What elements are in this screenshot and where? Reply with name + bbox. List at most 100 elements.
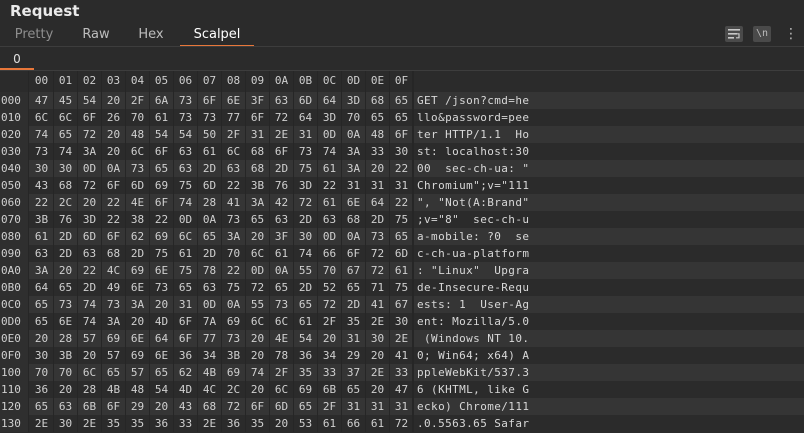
hex-byte[interactable]: 20 bbox=[54, 381, 78, 398]
hex-row[interactable]: 0C0 65 73 74 73 3A 20 31 0D 0A 55 73 65 72 2D 41 67 ests:… bbox=[0, 296, 804, 313]
hex-byte[interactable]: 72 bbox=[78, 177, 102, 194]
hex-byte[interactable]: 64 bbox=[150, 330, 174, 347]
hex-byte[interactable]: 28 bbox=[78, 381, 102, 398]
hex-byte[interactable]: 63 bbox=[222, 160, 246, 177]
hex-byte[interactable]: 2D bbox=[198, 245, 222, 262]
hex-byte[interactable]: 33 bbox=[174, 415, 198, 432]
hex-byte[interactable]: 3A bbox=[246, 194, 270, 211]
hex-byte[interactable]: 61 bbox=[150, 109, 174, 126]
hex-byte[interactable]: 3F bbox=[246, 92, 270, 109]
hex-byte[interactable]: 6D bbox=[390, 245, 414, 262]
hex-byte[interactable]: 57 bbox=[78, 330, 102, 347]
hex-byte[interactable]: 20 bbox=[102, 143, 126, 160]
more-options-button[interactable]: ⋮ bbox=[784, 24, 798, 44]
hex-byte[interactable]: 47 bbox=[390, 381, 414, 398]
hex-byte[interactable]: 61 bbox=[318, 160, 342, 177]
hex-byte[interactable]: 74 bbox=[174, 194, 198, 211]
hex-byte[interactable]: 29 bbox=[126, 398, 150, 415]
hex-byte[interactable]: 2D bbox=[294, 279, 318, 296]
hex-byte[interactable]: 68 bbox=[246, 143, 270, 160]
hex-byte[interactable]: 6F bbox=[102, 228, 126, 245]
hex-byte[interactable]: 72 bbox=[222, 398, 246, 415]
hex-byte[interactable]: 2C bbox=[54, 194, 78, 211]
hex-byte[interactable]: 22 bbox=[318, 177, 342, 194]
hex-byte[interactable]: 3A bbox=[78, 143, 102, 160]
hex-byte[interactable]: 68 bbox=[54, 177, 78, 194]
hex-byte[interactable]: 2F bbox=[126, 92, 150, 109]
hex-byte[interactable]: 77 bbox=[198, 330, 222, 347]
hex-byte[interactable]: 72 bbox=[270, 109, 294, 126]
hex-byte[interactable]: 6D bbox=[270, 398, 294, 415]
hex-byte[interactable]: 6E bbox=[126, 330, 150, 347]
hex-byte[interactable]: 70 bbox=[222, 245, 246, 262]
ascii-text[interactable]: ests: 1 User-Ag bbox=[413, 296, 529, 313]
hex-byte[interactable]: 4D bbox=[174, 381, 198, 398]
hex-byte[interactable]: 3A bbox=[342, 143, 366, 160]
hex-byte[interactable]: 74 bbox=[294, 245, 318, 262]
hex-byte[interactable]: 42 bbox=[270, 194, 294, 211]
hex-byte[interactable]: 35 bbox=[246, 415, 270, 432]
hex-byte[interactable]: 35 bbox=[102, 415, 126, 432]
hex-byte[interactable]: 2C bbox=[222, 381, 246, 398]
hex-byte[interactable]: 73 bbox=[150, 279, 174, 296]
hex-byte[interactable]: 20 bbox=[366, 347, 390, 364]
hex-byte[interactable]: 30 bbox=[54, 415, 78, 432]
ascii-text[interactable]: ecko) Chrome/111 bbox=[413, 398, 529, 415]
hex-byte[interactable]: 78 bbox=[270, 347, 294, 364]
hex-byte[interactable]: 72 bbox=[366, 262, 390, 279]
hex-row[interactable]: 080 61 2D 6D 6F 62 69 6C 65 3A 20 3F 30 0D 0A 73 65 a-mob… bbox=[0, 228, 804, 245]
hex-byte[interactable]: 6E bbox=[54, 313, 78, 330]
hex-byte[interactable]: 0D bbox=[318, 126, 342, 143]
hex-byte[interactable]: 6D bbox=[198, 177, 222, 194]
hex-byte[interactable]: 34 bbox=[198, 347, 222, 364]
hex-byte[interactable]: 43 bbox=[30, 177, 54, 194]
hex-byte[interactable]: 52 bbox=[318, 279, 342, 296]
hex-byte[interactable]: 74 bbox=[246, 364, 270, 381]
hex-byte[interactable]: 0D bbox=[198, 296, 222, 313]
hex-byte[interactable]: 48 bbox=[126, 381, 150, 398]
hex-byte[interactable]: 65 bbox=[390, 92, 414, 109]
hex-byte[interactable]: 6F bbox=[270, 143, 294, 160]
ascii-text[interactable]: : "Linux" Upgra bbox=[413, 262, 529, 279]
hex-byte[interactable]: 6F bbox=[78, 109, 102, 126]
hex-byte[interactable]: 61 bbox=[198, 143, 222, 160]
ascii-text[interactable]: a-mobile: ?0 se bbox=[413, 228, 529, 245]
hex-byte[interactable]: 73 bbox=[102, 296, 126, 313]
hex-byte[interactable]: 41 bbox=[366, 296, 390, 313]
hex-byte[interactable]: 47 bbox=[30, 92, 54, 109]
hex-byte[interactable]: 64 bbox=[318, 92, 342, 109]
hex-byte[interactable]: 2E bbox=[30, 415, 54, 432]
hex-byte[interactable]: 63 bbox=[78, 245, 102, 262]
hex-row[interactable]: 0D0 65 6E 74 3A 20 4D 6F 7A 69 6C 6C 61 2F 35 2E 30 ent: … bbox=[0, 313, 804, 330]
hex-byte[interactable]: 7A bbox=[198, 313, 222, 330]
hex-byte[interactable]: 22 bbox=[390, 194, 414, 211]
hex-byte[interactable]: 30 bbox=[390, 313, 414, 330]
hex-byte[interactable]: 70 bbox=[30, 364, 54, 381]
hex-byte[interactable]: 54 bbox=[294, 330, 318, 347]
hex-byte[interactable]: 6F bbox=[174, 330, 198, 347]
hex-byte[interactable]: 0A bbox=[270, 262, 294, 279]
hex-byte[interactable]: 31 bbox=[342, 398, 366, 415]
hex-byte[interactable]: 70 bbox=[126, 109, 150, 126]
hex-byte[interactable]: 3A bbox=[342, 160, 366, 177]
hex-byte[interactable]: 20 bbox=[126, 313, 150, 330]
hex-byte[interactable]: 65 bbox=[54, 279, 78, 296]
hex-byte[interactable]: 61 bbox=[318, 194, 342, 211]
hex-byte[interactable]: 65 bbox=[150, 160, 174, 177]
hex-byte[interactable]: 54 bbox=[150, 126, 174, 143]
hex-byte[interactable]: 26 bbox=[102, 109, 126, 126]
ascii-text[interactable]: ppleWebKit/537.3 bbox=[413, 364, 529, 381]
hex-byte[interactable]: 38 bbox=[126, 211, 150, 228]
hex-byte[interactable]: 73 bbox=[126, 160, 150, 177]
hex-byte[interactable]: 2E bbox=[366, 313, 390, 330]
hex-byte[interactable]: 6E bbox=[342, 194, 366, 211]
hex-row[interactable]: 070 3B 76 3D 22 38 22 0D 0A 73 65 63 2D 63 68 2D 75 ;v="8… bbox=[0, 211, 804, 228]
hex-byte[interactable]: 54 bbox=[174, 126, 198, 143]
hex-byte[interactable]: 78 bbox=[198, 262, 222, 279]
hex-byte[interactable]: 73 bbox=[366, 228, 390, 245]
hex-byte[interactable]: 20 bbox=[54, 262, 78, 279]
hex-byte[interactable]: 30 bbox=[30, 347, 54, 364]
hex-byte[interactable]: 2D bbox=[126, 245, 150, 262]
hex-byte[interactable]: 20 bbox=[366, 381, 390, 398]
hex-byte[interactable]: 6F bbox=[198, 92, 222, 109]
